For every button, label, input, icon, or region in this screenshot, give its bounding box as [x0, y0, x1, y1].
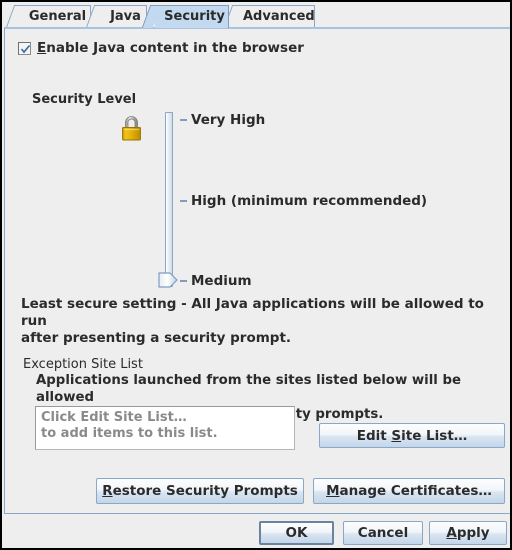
security-level-description-line2: after presenting a security prompt.: [21, 330, 292, 346]
edit-site-list-prefix: Edit: [356, 427, 392, 444]
security-tab-panel: Enable Java content in the browser Secur…: [4, 27, 510, 514]
java-control-panel-window: General Java Security Advanced Enable Ja…: [0, 0, 512, 550]
security-panel-content: Enable Java content in the browser Secur…: [5, 29, 510, 513]
enable-java-content-checkbox-row[interactable]: Enable Java content in the browser: [18, 39, 304, 57]
security-level-description: Least secure setting - All Java applicat…: [21, 296, 507, 347]
slider-label-medium: Medium: [191, 273, 252, 289]
apply-mnemonic: A: [446, 525, 457, 541]
enable-java-content-checkbox[interactable]: [18, 41, 31, 55]
padlock-icon: [122, 116, 141, 141]
slider-tick-medium: [180, 280, 187, 282]
restore-mnemonic: R: [102, 483, 113, 499]
cancel-button[interactable]: Cancel: [343, 521, 423, 545]
slider-tick-high: [180, 200, 187, 202]
manage-mnemonic: M: [326, 483, 340, 499]
tab-java[interactable]: Java: [99, 5, 147, 28]
tab-java-label: Java: [110, 9, 141, 24]
ok-button-label: OK: [285, 525, 308, 541]
checkmark-icon: [20, 44, 31, 53]
slider-tick-very-high: [180, 119, 187, 121]
edit-site-list-mnemonic: S: [391, 427, 402, 444]
apply-button[interactable]: Apply: [429, 521, 507, 545]
exception-site-list-title: Exception Site List: [23, 357, 143, 372]
tab-security-label: Security: [164, 9, 225, 24]
slider-label-very-high: Very High: [191, 112, 266, 128]
tab-security[interactable]: Security: [155, 5, 229, 28]
tab-advanced-label: Advanced: [243, 9, 315, 24]
exception-description-line1: Applications launched from the sites lis…: [36, 373, 461, 405]
edit-site-list-suffix: ite List…: [401, 427, 468, 444]
restore-security-prompts-label: Restore Security Prompts: [102, 483, 298, 499]
manage-certificates-button[interactable]: Manage Certificates…: [313, 478, 505, 504]
tab-bar: General Java Security Advanced: [4, 4, 510, 28]
security-level-title: Security Level: [32, 92, 137, 107]
site-list-placeholder-line1: Click Edit Site List…: [41, 410, 187, 425]
ok-button[interactable]: OK: [259, 521, 334, 545]
apply-button-label: Apply: [446, 525, 489, 541]
cancel-button-label: Cancel: [357, 525, 409, 541]
edit-site-list-label: Edit Site List…: [357, 428, 468, 444]
slider-label-high: High (minimum recommended): [191, 193, 428, 209]
enable-java-content-label: Enable Java content in the browser: [37, 40, 304, 56]
edit-site-list-button[interactable]: Edit Site List…: [319, 423, 505, 448]
site-list-placeholder-line2: to add items to this list.: [41, 426, 218, 441]
tab-general-label: General: [28, 9, 87, 24]
security-level-description-line1: Least secure setting - All Java applicat…: [21, 296, 484, 329]
slider-track[interactable]: [165, 112, 173, 287]
restore-security-prompts-button[interactable]: Restore Security Prompts: [96, 478, 304, 504]
tab-advanced[interactable]: Advanced: [237, 5, 315, 28]
exception-site-list-box[interactable]: Click Edit Site List… to add items to th…: [35, 406, 295, 450]
apply-suffix: pply: [456, 525, 490, 541]
enable-mnemonic: E: [37, 40, 47, 56]
security-level-slider[interactable]: [158, 112, 178, 288]
slider-thumb[interactable]: [158, 272, 178, 288]
manage-certificates-label: Manage Certificates…: [326, 483, 492, 499]
enable-label-rest: nable Java content in the browser: [46, 40, 304, 56]
tab-general[interactable]: General: [19, 5, 91, 28]
restore-suffix: estore Security Prompts: [112, 483, 298, 499]
manage-suffix: anage Certificates…: [339, 483, 492, 499]
